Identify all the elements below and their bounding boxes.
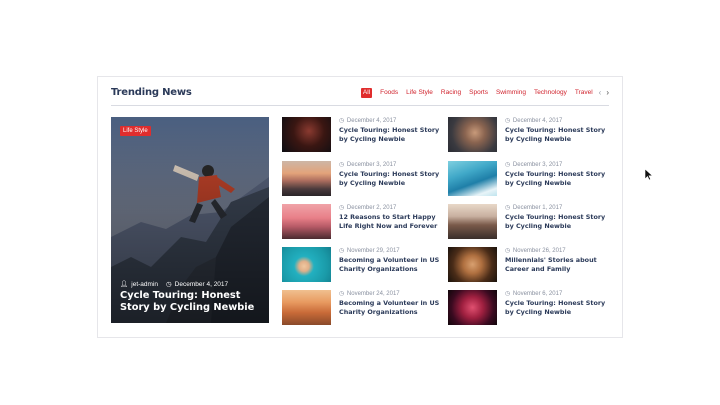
clock-icon: ◷ xyxy=(505,205,511,211)
category-filters: All Foods Life Style Racing Sports Swimm… xyxy=(360,87,609,99)
clock-icon: ◷ xyxy=(505,291,511,297)
filter-technology[interactable]: Technology xyxy=(530,88,571,98)
featured-author[interactable]: jet-admin xyxy=(131,281,158,288)
item-date: December 4, 2017 xyxy=(346,118,397,124)
item-date: November 24, 2017 xyxy=(346,291,400,297)
item-date: December 2, 2017 xyxy=(346,205,397,211)
clock-icon: ◷ xyxy=(166,281,172,288)
item-title[interactable]: Cycle Touring: Honest Story by Cycling N… xyxy=(339,126,447,144)
list-item[interactable]: ◷ November 29, 2017 Becoming a Volunteer… xyxy=(282,247,442,283)
thumbnail-image[interactable] xyxy=(282,247,331,282)
item-title[interactable]: Cycle Touring: Honest Story by Cycling N… xyxy=(505,126,613,144)
item-date: November 6, 2017 xyxy=(512,291,563,297)
item-date: December 4, 2017 xyxy=(512,118,563,124)
item-title[interactable]: Cycle Touring: Honest Story by Cycling N… xyxy=(505,213,613,231)
filter-foods[interactable]: Foods xyxy=(376,88,402,98)
item-date: December 3, 2017 xyxy=(346,162,397,168)
next-arrow-icon[interactable]: › xyxy=(606,88,609,98)
clock-icon: ◷ xyxy=(339,205,345,211)
list-item[interactable]: ◷ November 24, 2017 Becoming a Volunteer… xyxy=(282,290,442,326)
thumbnail-image[interactable] xyxy=(448,247,497,282)
category-badge[interactable]: Life Style xyxy=(120,126,151,136)
featured-date: December 4, 2017 xyxy=(174,280,229,288)
trending-news-widget: Trending News All Foods Life Style Racin… xyxy=(97,76,623,338)
thumbnail-image[interactable] xyxy=(282,117,331,152)
filter-all[interactable]: All xyxy=(360,88,373,98)
item-title[interactable]: Cycle Touring: Honest Story by Cycling N… xyxy=(505,299,613,317)
thumbnail-image[interactable] xyxy=(448,290,497,325)
filter-racing[interactable]: Racing xyxy=(437,88,465,98)
item-title[interactable]: Becoming a Volunteer in US Charity Organ… xyxy=(339,256,447,274)
list-item[interactable]: ◷ December 4, 2017 Cycle Touring: Honest… xyxy=(448,117,608,153)
thumbnail-image[interactable] xyxy=(282,204,331,239)
thumbnail-image[interactable] xyxy=(448,204,497,239)
item-title[interactable]: Cycle Touring: Honest Story by Cycling N… xyxy=(505,170,613,188)
clock-icon: ◷ xyxy=(505,248,511,254)
clock-icon: ◷ xyxy=(339,248,345,254)
prev-arrow-icon[interactable]: ‹ xyxy=(599,88,602,98)
clock-icon: ◷ xyxy=(505,162,511,168)
user-icon: 👤︎ xyxy=(120,281,129,288)
clock-icon: ◷ xyxy=(505,118,511,124)
item-title[interactable]: Becoming a Volunteer in US Charity Organ… xyxy=(339,299,447,317)
item-title[interactable]: 12 Reasons to Start Happy Life Right Now… xyxy=(339,213,447,231)
thumbnail-image[interactable] xyxy=(448,117,497,152)
widget-header: Trending News All Foods Life Style Racin… xyxy=(111,86,609,106)
list-item[interactable]: ◷ December 3, 2017 Cycle Touring: Honest… xyxy=(448,161,608,197)
filter-travel[interactable]: Travel xyxy=(571,88,597,98)
item-date: December 3, 2017 xyxy=(512,162,563,168)
filter-life-style[interactable]: Life Style xyxy=(402,88,437,98)
item-date: December 1, 2017 xyxy=(512,205,563,211)
list-item[interactable]: ◷ November 26, 2017 Millennials' Stories… xyxy=(448,247,608,283)
featured-post[interactable]: Life Style 👤︎ jet-admin ◷ December 4, 2017… xyxy=(111,117,269,323)
filter-sports[interactable]: Sports xyxy=(465,88,492,98)
mouse-cursor-icon xyxy=(645,169,653,181)
item-title[interactable]: Millennials' Stories about Career and Fa… xyxy=(505,256,613,274)
item-date: November 26, 2017 xyxy=(512,248,566,254)
filter-swimming[interactable]: Swimming xyxy=(492,88,530,98)
list-item[interactable]: ◷ December 2, 2017 12 Reasons to Start H… xyxy=(282,204,442,240)
featured-title[interactable]: Cycle Touring: Honest Story by Cycling N… xyxy=(120,290,260,314)
item-title[interactable]: Cycle Touring: Honest Story by Cycling N… xyxy=(339,170,447,188)
thumbnail-image[interactable] xyxy=(448,161,497,196)
thumbnail-image[interactable] xyxy=(282,290,331,325)
clock-icon: ◷ xyxy=(339,291,345,297)
featured-meta: 👤︎ jet-admin ◷ December 4, 2017 xyxy=(120,280,229,289)
thumbnail-image[interactable] xyxy=(282,161,331,196)
list-item[interactable]: ◷ November 6, 2017 Cycle Touring: Honest… xyxy=(448,290,608,326)
list-item[interactable]: ◷ December 1, 2017 Cycle Touring: Honest… xyxy=(448,204,608,240)
clock-icon: ◷ xyxy=(339,118,345,124)
clock-icon: ◷ xyxy=(339,162,345,168)
list-item[interactable]: ◷ December 4, 2017 Cycle Touring: Honest… xyxy=(282,117,442,153)
list-item[interactable]: ◷ December 3, 2017 Cycle Touring: Honest… xyxy=(282,161,442,197)
item-date: November 29, 2017 xyxy=(346,248,400,254)
widget-title: Trending News xyxy=(111,87,192,98)
